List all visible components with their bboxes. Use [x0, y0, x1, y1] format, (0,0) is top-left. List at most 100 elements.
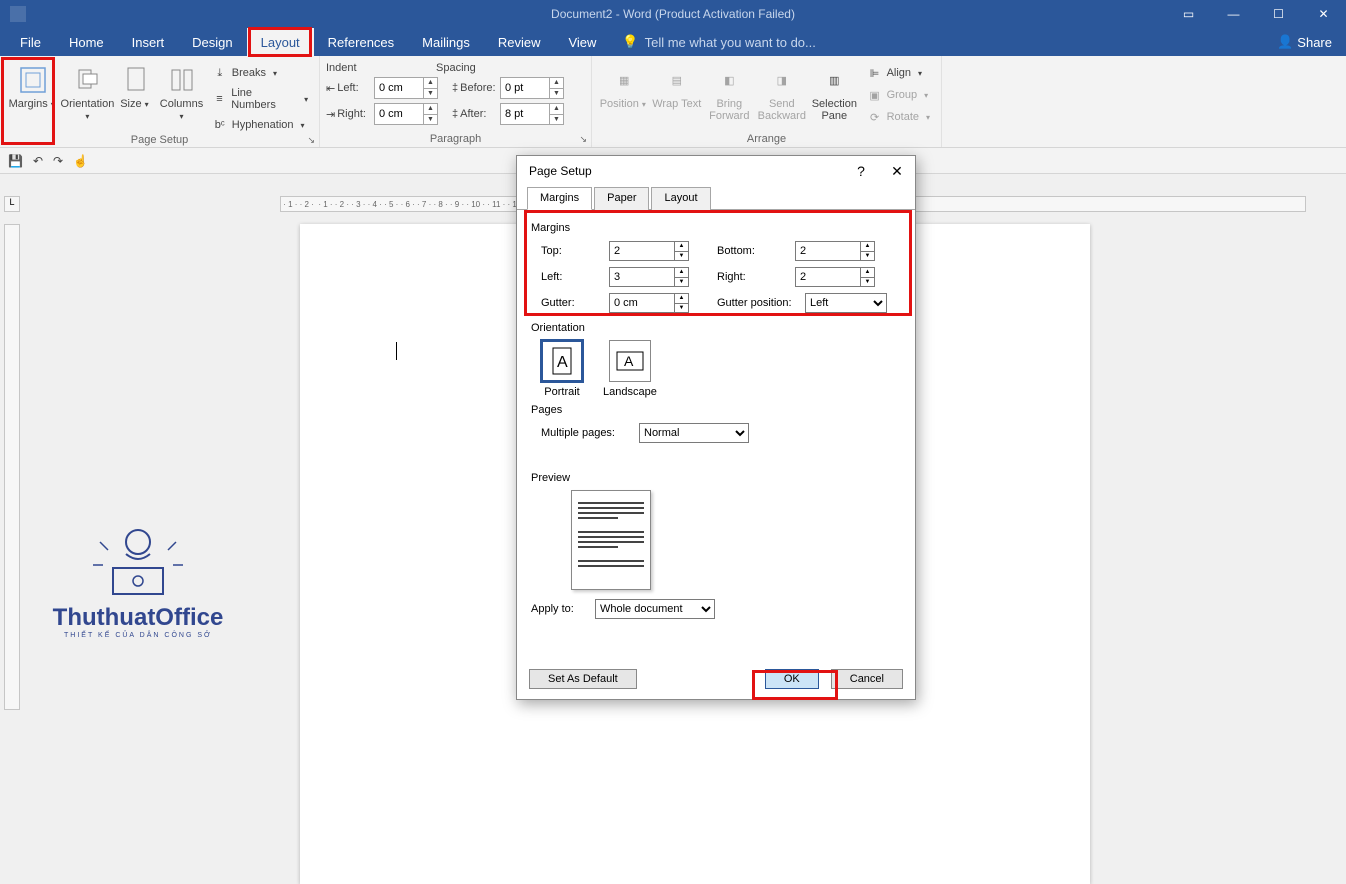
tab-design[interactable]: Design [178, 28, 246, 56]
portrait-option[interactable]: A Portrait [541, 340, 583, 398]
indent-right-icon: ⇥ [326, 108, 335, 121]
arrange-group-label: Arrange [598, 133, 935, 147]
tab-references[interactable]: References [314, 28, 408, 56]
tab-home[interactable]: Home [55, 28, 118, 56]
multiple-pages-select[interactable]: Normal [639, 423, 749, 443]
page-setup-group-label: Page Setup [131, 134, 189, 146]
wrap-text-icon: ▤ [661, 64, 693, 96]
share-icon: 👤 [1277, 34, 1293, 50]
selection-pane-button[interactable]: ▥Selection Pane [808, 58, 861, 122]
gutter-position-select[interactable]: Left [805, 293, 887, 313]
touch-mode-icon[interactable]: ☝ [73, 154, 88, 168]
paragraph-launcher-icon[interactable]: ↘ [579, 134, 587, 145]
margins-button[interactable]: Margins▾ [6, 58, 60, 110]
watermark-logo: ThuthuatOffice THIẾT KẾ CỦA DÂN CÔNG SỞ [22, 520, 254, 639]
right-label: Right: [697, 271, 787, 283]
orientation-button[interactable]: Orientation▾ [60, 58, 114, 122]
preview-thumbnail [571, 490, 651, 590]
titlebar: Document2 - Word (Product Activation Fai… [0, 0, 1346, 28]
top-input[interactable]: ▲▼ [609, 241, 689, 261]
paragraph-group-label: Paragraph [430, 133, 481, 145]
left-input[interactable]: ▲▼ [609, 267, 689, 287]
apply-to-label: Apply to: [531, 603, 587, 615]
position-button[interactable]: ▦Position▾ [598, 58, 651, 110]
indent-label: Indent [326, 62, 376, 74]
tab-mailings[interactable]: Mailings [408, 28, 484, 56]
hyphenation-icon: bᶜ [212, 117, 228, 133]
spacing-label: Spacing [436, 62, 476, 74]
save-icon[interactable]: 💾 [8, 154, 23, 168]
gutter-position-label: Gutter position: [697, 297, 797, 309]
line-numbers-icon: ≡ [212, 91, 227, 107]
gutter-input[interactable]: ▲▼ [609, 293, 689, 313]
lightbulb-icon: 💡 [622, 34, 638, 50]
ribbon-display-options-icon[interactable]: ▭ [1166, 0, 1211, 28]
indent-left-input[interactable]: ▲▼ [374, 77, 438, 99]
spacing-before-input[interactable]: ▲▼ [500, 77, 564, 99]
tab-file[interactable]: File [6, 28, 55, 56]
set-as-default-button[interactable]: Set As Default [529, 669, 637, 689]
tell-me-search[interactable]: 💡 Tell me what you want to do... [622, 28, 815, 56]
bottom-input[interactable]: ▲▼ [795, 241, 875, 261]
line-numbers-button[interactable]: ≡Line Numbers▾ [210, 86, 313, 112]
breaks-icon: ⤓ [212, 65, 228, 81]
ribbon-tabs: File Home Insert Design Layout Reference… [0, 28, 1346, 56]
bottom-label: Bottom: [697, 245, 787, 257]
dialog-tab-layout[interactable]: Layout [651, 187, 710, 210]
dialog-tab-margins[interactable]: Margins [527, 187, 592, 210]
tab-layout[interactable]: Layout [247, 28, 314, 56]
indent-right-input[interactable]: ▲▼ [374, 103, 438, 125]
columns-button[interactable]: Columns▾ [157, 58, 205, 122]
margins-section-label: Margins [531, 222, 901, 234]
right-input[interactable]: ▲▼ [795, 267, 875, 287]
rotate-button[interactable]: ⟳Rotate▾ [865, 108, 935, 126]
indent-left-icon: ⇤ [326, 82, 335, 95]
multiple-pages-label: Multiple pages: [541, 427, 631, 439]
vertical-ruler[interactable] [4, 224, 20, 710]
tab-view[interactable]: View [554, 28, 610, 56]
minimize-button[interactable]: — [1211, 0, 1256, 28]
ok-button[interactable]: OK [765, 669, 819, 689]
page-setup-launcher-icon[interactable]: ↘ [307, 135, 315, 146]
pages-section-label: Pages [531, 404, 901, 416]
size-button[interactable]: Size▾ [115, 58, 158, 110]
dialog-help-button[interactable]: ? [843, 156, 879, 186]
orientation-section-label: Orientation [531, 322, 901, 334]
tab-insert[interactable]: Insert [118, 28, 179, 56]
spacing-after-input[interactable]: ▲▼ [500, 103, 564, 125]
dialog-tab-paper[interactable]: Paper [594, 187, 649, 210]
align-button[interactable]: ⊫Align▾ [865, 64, 935, 82]
margins-icon [17, 64, 49, 96]
page-setup-dialog: Page Setup ? ✕ Margins Paper Layout Marg… [516, 155, 916, 700]
hyphenation-button[interactable]: bᶜHyphenation▾ [210, 116, 313, 134]
rotate-icon: ⟳ [867, 109, 883, 125]
size-icon [120, 64, 152, 96]
undo-icon[interactable]: ↶ [33, 154, 43, 168]
dialog-close-button[interactable]: ✕ [879, 156, 915, 186]
group-button[interactable]: ▣Group▾ [865, 86, 935, 104]
cancel-button[interactable]: Cancel [831, 669, 903, 689]
apply-to-select[interactable]: Whole document [595, 599, 715, 619]
share-button[interactable]: 👤 Share [1263, 28, 1346, 56]
spacing-before-icon: ‡ [452, 82, 458, 94]
send-backward-icon: ◨ [766, 64, 798, 96]
maximize-button[interactable]: ☐ [1256, 0, 1301, 28]
wrap-text-button[interactable]: ▤Wrap Text [651, 58, 704, 110]
svg-text:A: A [557, 354, 568, 371]
ribbon: Margins▾ Orientation▾ Size▾ Columns▾ ⤓Br… [0, 56, 1346, 148]
watermark-name: ThuthuatOffice [22, 604, 254, 632]
columns-icon [166, 64, 198, 96]
window-title: Document2 - Word (Product Activation Fai… [551, 7, 795, 21]
selection-pane-icon: ▥ [818, 64, 850, 96]
landscape-option[interactable]: A Landscape [603, 340, 657, 398]
spacing-after-icon: ‡ [452, 108, 458, 120]
send-backward-button[interactable]: ◨Send Backward [756, 58, 809, 122]
tab-stop-selector[interactable]: L [4, 196, 20, 212]
bring-forward-button[interactable]: ◧Bring Forward [703, 58, 756, 122]
top-label: Top: [541, 245, 601, 257]
close-button[interactable]: ✕ [1301, 0, 1346, 28]
breaks-button[interactable]: ⤓Breaks▾ [210, 64, 313, 82]
redo-icon[interactable]: ↷ [53, 154, 63, 168]
tab-review[interactable]: Review [484, 28, 555, 56]
watermark-sub: THIẾT KẾ CỦA DÂN CÔNG SỞ [22, 632, 254, 639]
